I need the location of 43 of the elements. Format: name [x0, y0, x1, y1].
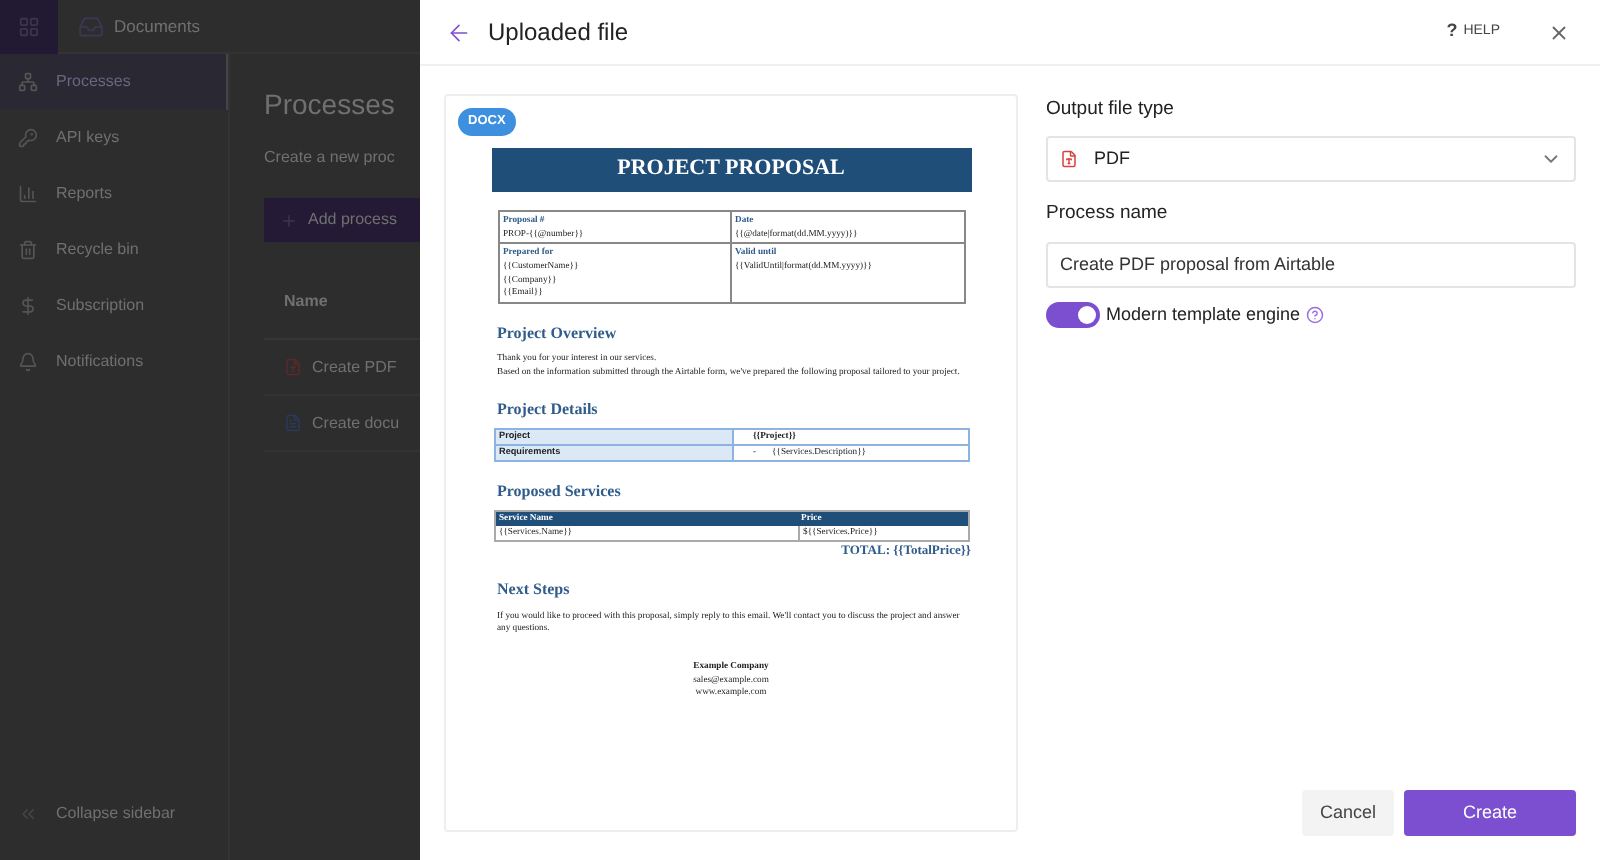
page-subtitle: Create a new proc [264, 146, 395, 170]
chevrons-left-icon [18, 804, 38, 824]
pdf-file-icon [1060, 150, 1078, 169]
process-name-field[interactable]: Create PDF proposal from Airtable [1046, 241, 1576, 287]
section-heading: Proposed Services [495, 479, 623, 503]
back-arrow-icon[interactable] [446, 19, 472, 45]
section-heading: Project Details [495, 397, 600, 421]
help-icon[interactable] [1306, 305, 1325, 324]
sidebar-item[interactable]: Processes [0, 54, 228, 110]
bell-icon [18, 352, 38, 372]
collapse-sidebar-button[interactable]: Collapse sidebar [0, 784, 228, 844]
close-icon[interactable] [1548, 21, 1570, 43]
page-title: Processes [264, 90, 395, 118]
key-icon [18, 128, 38, 148]
app-title: Documents [114, 13, 200, 39]
process-name[interactable]: Create PDF [312, 355, 397, 379]
document-title: PROJECT PROPOSAL [491, 148, 971, 192]
toggle-switch[interactable] [1046, 301, 1100, 328]
field-label: Output file type [1046, 96, 1176, 124]
grid-icon [18, 15, 40, 37]
nodes-icon [18, 72, 38, 92]
section-heading: Next Steps [495, 578, 572, 602]
cancel-button[interactable]: Cancel [1302, 790, 1394, 836]
output-type-select[interactable]: PDF [1046, 136, 1576, 183]
dollar-icon [18, 296, 38, 316]
sidebar-item[interactable]: API keys [0, 110, 228, 166]
pdf-file-icon [284, 358, 302, 376]
document-file-icon [284, 414, 302, 432]
section-heading: Project Overview [495, 321, 619, 345]
column-header: Name [284, 292, 328, 310]
sidebar-item[interactable]: Notifications [0, 334, 228, 390]
sidebar-item[interactable]: Subscription [0, 278, 228, 334]
plus-icon [280, 211, 298, 229]
sidebar-item[interactable]: Recycle bin [0, 222, 228, 278]
modal-title: Uploaded file [488, 16, 629, 50]
field-label: Process name [1046, 200, 1170, 229]
trash-icon [18, 240, 38, 260]
tray-icon [78, 13, 104, 39]
process-name[interactable]: Create docu [312, 411, 400, 435]
create-button[interactable]: Create [1404, 790, 1576, 836]
bar-chart-icon [18, 184, 38, 204]
toggle-label: Modern template engine [1106, 301, 1301, 328]
sidebar-item[interactable]: Reports [0, 166, 228, 222]
